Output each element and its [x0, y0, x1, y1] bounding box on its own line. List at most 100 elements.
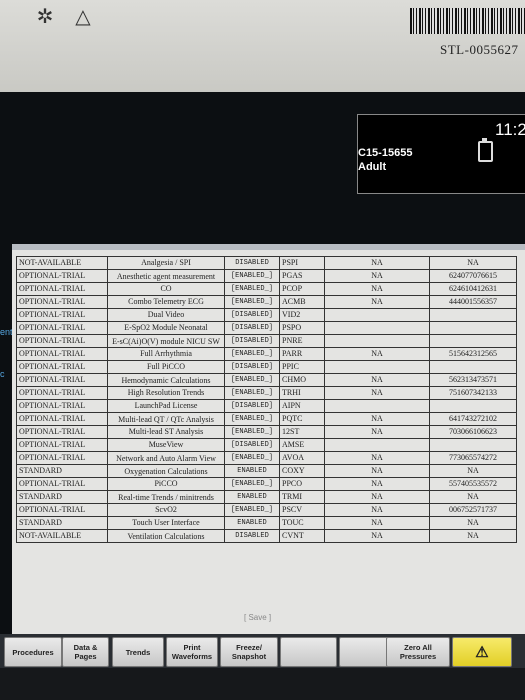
procedures-button[interactable]: Procedures	[4, 637, 62, 667]
cell-option-name: High Resolution Trends	[107, 386, 225, 400]
cell-code: TRHI	[279, 386, 325, 400]
table-row[interactable]: OPTIONAL-TRIAL Full Arrhythmia [ENABLED_] P…	[16, 347, 517, 361]
cell-option-name: Dual Video	[107, 308, 225, 322]
cell-code: ACMB	[279, 295, 325, 309]
cell-state: [ENABLED_]	[224, 269, 280, 283]
zero-all-pressures-button[interactable]: Zero All Pressures	[386, 637, 450, 667]
print-waveforms-button[interactable]: Print Waveforms	[166, 637, 218, 667]
table-row[interactable]: OPTIONAL-TRIAL LaunchPad License [DISABLED…	[16, 399, 517, 413]
cell-state: DISABLED	[224, 529, 280, 543]
cell-key-b: 773065574272	[429, 451, 517, 465]
table-row[interactable]: OPTIONAL-TRIAL Network and Auto Alarm Vie…	[16, 451, 517, 465]
cell-key-a: NA	[324, 516, 430, 530]
cell-state: [DISABLED]	[224, 360, 280, 374]
cell-state: [ENABLED_]	[224, 386, 280, 400]
table-row[interactable]: OPTIONAL-TRIAL High Resolution Trends [ENA…	[16, 386, 517, 400]
table-row[interactable]: OPTIONAL-TRIAL MuseView [DISABLED] AMSE	[16, 438, 517, 452]
table-row[interactable]: OPTIONAL-TRIAL CO [ENABLED_] PCOP NA 62461041…	[16, 282, 517, 296]
cell-key-b: 562313473571	[429, 373, 517, 387]
table-row[interactable]: OPTIONAL-TRIAL Full PiCCO [DISABLED] PPIC	[16, 360, 517, 374]
cell-code: PCOP	[279, 282, 325, 296]
cell-key-a: NA	[324, 477, 430, 491]
cell-code: PGAS	[279, 269, 325, 283]
cell-option-name: Combo Telemetry ECG	[107, 295, 225, 309]
cell-code: PSCV	[279, 503, 325, 517]
table-row[interactable]: NOT-AVAILABLE Analgesia / SPI DISABLED PSPI…	[16, 256, 517, 270]
cell-option-name: CO	[107, 282, 225, 296]
table-row[interactable]: OPTIONAL-TRIAL Multi-lead QT / QTc Analys…	[16, 412, 517, 426]
cell-status: OPTIONAL-TRIAL	[16, 386, 108, 400]
blank-key-1[interactable]	[280, 637, 337, 667]
cell-code: AMSE	[279, 438, 325, 452]
cell-status: OPTIONAL-TRIAL	[16, 269, 108, 283]
trends-button[interactable]: Trends	[112, 637, 164, 667]
cell-key-b: NA	[429, 464, 517, 478]
cell-option-name: E-sC(Ai)O(V) module NICU SW	[107, 334, 225, 348]
table-row[interactable]: NOT-AVAILABLE Ventilation Calculations DIS…	[16, 529, 517, 543]
cell-status: OPTIONAL-TRIAL	[16, 477, 108, 491]
cell-key-a: NA	[324, 412, 430, 426]
table-row[interactable]: OPTIONAL-TRIAL Dual Video [DISABLED] VID2	[16, 308, 517, 322]
cell-option-name: Touch User Interface	[107, 516, 225, 530]
alarm-silence-icon[interactable]: ⚠	[452, 637, 512, 667]
cell-key-b	[429, 399, 517, 413]
freeze-snapshot-button[interactable]: Freeze/ Snapshot	[220, 637, 278, 667]
cell-state: [ENABLED_]	[224, 451, 280, 465]
cell-code: PSPI	[279, 256, 325, 270]
table-row[interactable]: OPTIONAL-TRIAL PiCCO [ENABLED_] PPCO NA 55740…	[16, 477, 517, 491]
cell-key-a: NA	[324, 295, 430, 309]
table-row[interactable]: OPTIONAL-TRIAL Hemodynamic Calculations [E…	[16, 373, 517, 387]
cell-status: NOT-AVAILABLE	[16, 256, 108, 270]
cell-key-a	[324, 334, 430, 348]
cell-status: STANDARD	[16, 516, 108, 530]
table-row[interactable]: STANDARD Oxygenation Calculations ENABLED C…	[16, 464, 517, 478]
cell-option-name: LaunchPad License	[107, 399, 225, 413]
cell-code: VID2	[279, 308, 325, 322]
data-pages-button[interactable]: Data & Pages	[62, 637, 109, 667]
table-row[interactable]: OPTIONAL-TRIAL Multi-lead ST Analysis [ENA…	[16, 425, 517, 439]
cell-state: [ENABLED_]	[224, 373, 280, 387]
cell-key-a	[324, 360, 430, 374]
cell-option-name: ScvO2	[107, 503, 225, 517]
cell-key-a: NA	[324, 373, 430, 387]
table-row[interactable]: STANDARD Touch User Interface ENABLED TOUC N…	[16, 516, 517, 530]
cell-status: OPTIONAL-TRIAL	[16, 360, 108, 374]
cell-status: OPTIONAL-TRIAL	[16, 399, 108, 413]
cell-option-name: E-SpO2 Module Neonatal	[107, 321, 225, 335]
clock: 11:2	[495, 120, 525, 139]
cell-option-name: Oxygenation Calculations	[107, 464, 225, 478]
cell-key-b: 006752571737	[429, 503, 517, 517]
cell-key-a: NA	[324, 464, 430, 478]
cell-key-b: 624610412631	[429, 282, 517, 296]
dialog-title-strip	[12, 244, 525, 250]
patient-id: C15-15655	[358, 147, 413, 159]
cell-key-b	[429, 308, 517, 322]
cell-key-a: NA	[324, 529, 430, 543]
table-row[interactable]: STANDARD Real-time Trends / minitrends ENA…	[16, 490, 517, 504]
table-row[interactable]: OPTIONAL-TRIAL E-SpO2 Module Neonatal [DIS…	[16, 321, 517, 335]
cell-key-b: NA	[429, 529, 517, 543]
cell-status: OPTIONAL-TRIAL	[16, 321, 108, 335]
cell-code: PNRE	[279, 334, 325, 348]
cell-key-a: NA	[324, 386, 430, 400]
cell-state: [DISABLED]	[224, 438, 280, 452]
save-button[interactable]: [ Save ]	[244, 613, 271, 622]
cell-state: [ENABLED_]	[224, 282, 280, 296]
cell-state: ENABLED	[224, 464, 280, 478]
cell-key-a: NA	[324, 256, 430, 270]
cell-status: STANDARD	[16, 490, 108, 504]
software-options-dialog: NOT-AVAILABLE Analgesia / SPI DISABLED PSPI…	[12, 244, 525, 634]
table-row[interactable]: OPTIONAL-TRIAL Combo Telemetry ECG [ENABLE…	[16, 295, 517, 309]
cell-option-name: Analgesia / SPI	[107, 256, 225, 270]
cell-key-a: NA	[324, 282, 430, 296]
cell-status: OPTIONAL-TRIAL	[16, 451, 108, 465]
cell-key-b	[429, 334, 517, 348]
cell-code: CVNT	[279, 529, 325, 543]
cell-code: PSPO	[279, 321, 325, 335]
table-row[interactable]: OPTIONAL-TRIAL Anesthetic agent measureme…	[16, 269, 517, 283]
cell-status: OPTIONAL-TRIAL	[16, 412, 108, 426]
table-row[interactable]: OPTIONAL-TRIAL ScvO2 [ENABLED_] PSCV NA 00675…	[16, 503, 517, 517]
cell-state: [ENABLED_]	[224, 347, 280, 361]
cell-key-b: 703066106623	[429, 425, 517, 439]
table-row[interactable]: OPTIONAL-TRIAL E-sC(Ai)O(V) module NICU S…	[16, 334, 517, 348]
